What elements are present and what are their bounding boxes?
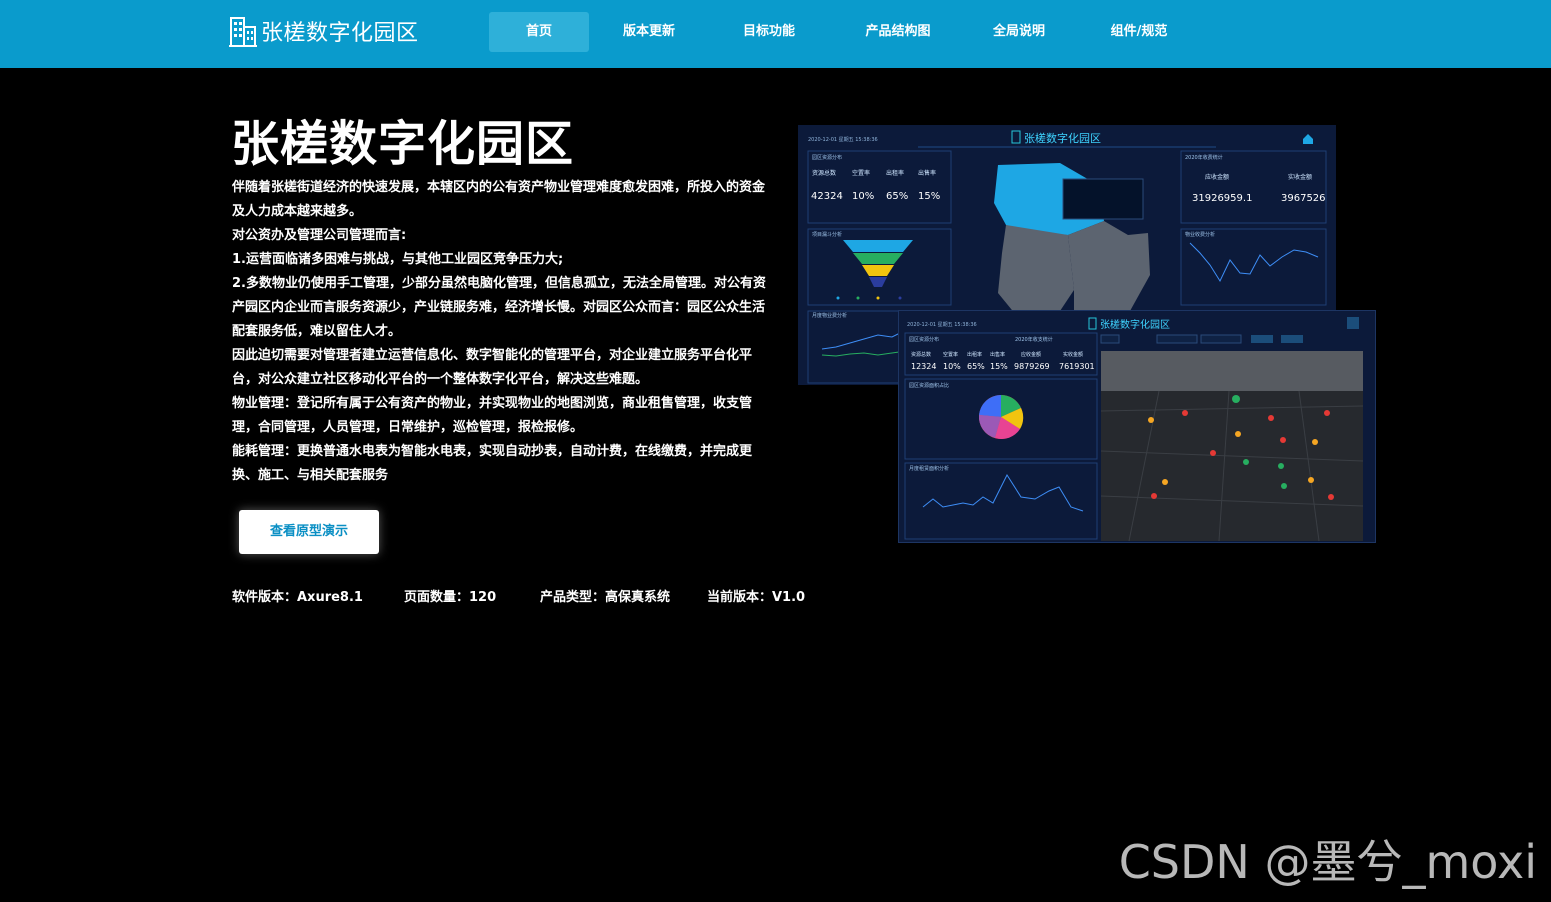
brand-name: 张槎数字化园区 (261, 21, 419, 46)
preview2-date: 2020-12-01 星期五 15:38:36 (907, 322, 977, 328)
csdn-watermark: CSDN @墨兮_moxi (1118, 835, 1537, 889)
svg-text:应收金额: 应收金额 (1205, 173, 1229, 181)
svg-text:2020年收费统计: 2020年收费统计 (1185, 154, 1223, 161)
preview1-title: 张槎数字化园区 (1024, 131, 1101, 145)
svg-text:15%: 15% (918, 191, 940, 202)
nav-product-structure[interactable]: 产品结构图 (843, 12, 953, 52)
svg-text:31926959.1: 31926959.1 (1192, 193, 1252, 204)
product-type: 产品类型：高保真系统 (540, 590, 671, 605)
building-icon (229, 15, 257, 47)
svg-text:9879269: 9879269 (1014, 362, 1050, 371)
svg-text:12324: 12324 (911, 362, 936, 371)
svg-text:实收金额: 实收金额 (1063, 351, 1083, 358)
svg-text:实收金额: 实收金额 (1288, 173, 1312, 181)
description-paragraph: 伴随着张槎街道经济的快速发展，本辖区内的公有资产物业管理难度愈发困难，所投入的资… (232, 180, 766, 219)
hero-title: 张槎数字化园区 (231, 116, 575, 172)
map-dashboard-preview-image: 2020-12-01 星期五 15:38:36 张槎数字化园区 园区资源分布 2… (898, 310, 1376, 543)
svg-text:10%: 10% (852, 191, 874, 202)
svg-text:园区资源分布: 园区资源分布 (909, 336, 939, 343)
description-paragraph: 因此迫切需要对管理者建立运营信息化、数字智能化的管理平台，对企业建立服务平台化平… (232, 348, 753, 387)
svg-text:月度物业费分析: 月度物业费分析 (812, 312, 847, 319)
svg-text:出售率: 出售率 (990, 351, 1005, 358)
svg-text:10%: 10% (943, 362, 961, 371)
preview1-date: 2020-12-01 星期五 15:38:36 (808, 137, 878, 143)
nav-version-updates[interactable]: 版本更新 (599, 12, 699, 52)
svg-text:资源总数: 资源总数 (911, 351, 931, 358)
top-navigation-bar: 张槎数字化园区 首页 版本更新 目标功能 产品结构图 全局说明 组件/规范 (0, 0, 1551, 68)
svg-text:2020年收支统计: 2020年收支统计 (1015, 336, 1053, 343)
svg-text:65%: 65% (886, 191, 908, 202)
svg-text:出售率: 出售率 (918, 169, 936, 177)
nav-home[interactable]: 首页 (489, 12, 589, 52)
svg-text:物业收费分析: 物业收费分析 (1185, 231, 1215, 238)
description-paragraph: 物业管理：登记所有属于公有资产的物业，并实现物业的地图浏览，商业租售管理，收支管… (232, 396, 753, 435)
view-prototype-demo-button[interactable]: 查看原型演示 (239, 510, 379, 554)
description-paragraph: 能耗管理：更换普通水电表为智能水电表，实现自动抄表，自动计费，在线缴费，并完成更… (232, 444, 753, 483)
nav-components-specs[interactable]: 组件/规范 (1089, 12, 1189, 52)
preview2-title: 张槎数字化园区 (1100, 318, 1170, 331)
current-version: 当前版本：V1.0 (707, 590, 806, 605)
svg-text:3967526: 3967526 (1281, 193, 1326, 204)
page-count: 页面数量：120 (404, 590, 497, 605)
description-paragraph: 1.运营面临诸多困难与挑战，与其他工业园区竞争压力大; (232, 252, 564, 267)
svg-text:月度租赁面积分析: 月度租赁面积分析 (909, 465, 949, 472)
svg-text:园区资源分布: 园区资源分布 (812, 154, 842, 161)
brand-logo[interactable]: 张槎数字化园区 (229, 14, 419, 48)
preview2-home-icon (1347, 317, 1359, 329)
description-paragraph: 2.多数物业仍使用手工管理，少部分虽然电脑化管理，但信息孤立，无法全局管理。对公… (232, 276, 766, 339)
svg-text:7619301: 7619301 (1059, 362, 1095, 371)
description-paragraph: 对公资办及管理公司管理而言: (232, 228, 407, 243)
software-version: 软件版本：Axure8.1 (232, 590, 363, 605)
nav-target-features[interactable]: 目标功能 (719, 12, 819, 52)
svg-text:空置率: 空置率 (852, 169, 870, 177)
svg-text:资源总数: 资源总数 (812, 169, 836, 177)
svg-text:15%: 15% (990, 362, 1008, 371)
svg-text:项目漏斗分析: 项目漏斗分析 (812, 231, 842, 238)
project-description: 伴随着张槎街道经济的快速发展，本辖区内的公有资产物业管理难度愈发困难，所投入的资… (232, 176, 772, 488)
svg-text:园区资源面积占比: 园区资源面积占比 (909, 382, 949, 389)
svg-text:65%: 65% (967, 362, 985, 371)
svg-text:42324: 42324 (811, 191, 843, 202)
svg-text:应收金额: 应收金额 (1021, 351, 1041, 358)
nav-global-notes[interactable]: 全局说明 (969, 12, 1069, 52)
svg-text:出租率: 出租率 (886, 169, 904, 177)
svg-text:出租率: 出租率 (967, 351, 982, 358)
svg-text:空置率: 空置率 (943, 351, 958, 358)
